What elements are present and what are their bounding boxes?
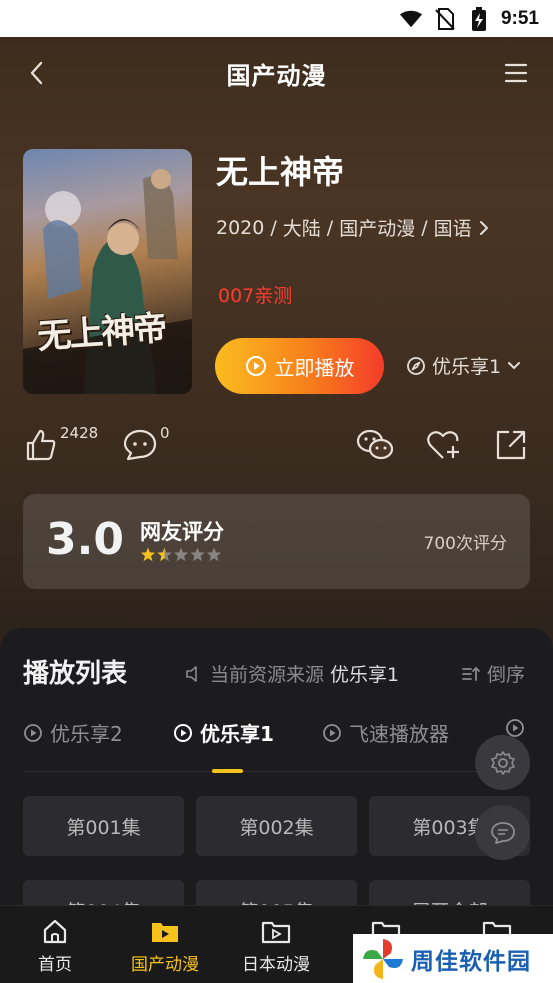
playlist-sheet: 播放列表 当前资源来源 优乐享1 倒序 优乐享2 优乐享1 飞速播放器 第001集… — [0, 628, 553, 905]
star-icon — [190, 547, 205, 562]
source-select[interactable]: 优乐享1 — [406, 352, 521, 379]
active-tab-indicator — [212, 769, 243, 773]
meta-separator: / — [270, 216, 277, 239]
source-select-label: 优乐享1 — [432, 356, 502, 378]
share-button[interactable] — [494, 428, 528, 462]
episode-button[interactable]: 第004集 — [23, 880, 184, 905]
page-title: 国产动漫 — [226, 61, 327, 90]
episode-button[interactable]: 第005集 — [196, 880, 357, 905]
rating-score: 3.0 — [46, 514, 124, 565]
tab-source-3[interactable]: 飞速播放器 — [322, 718, 449, 747]
show-tag: 007亲测 — [218, 285, 293, 307]
comment-button[interactable]: 0 — [122, 424, 170, 462]
status-bar: 9:51 — [0, 0, 553, 37]
chevron-right-icon — [479, 220, 488, 235]
current-source-prefix: 当前资源来源 — [210, 664, 325, 686]
sort-icon — [462, 666, 480, 681]
source-tabs: 优乐享2 优乐享1 飞速播放器 — [0, 718, 553, 758]
sort-button[interactable]: 倒序 — [461, 660, 525, 687]
rating-count: 700次评分 — [423, 534, 507, 554]
meta-category: 国产动漫 — [339, 218, 416, 240]
tab-label: 飞速播放器 — [349, 722, 449, 746]
star-rating-icons — [140, 547, 222, 562]
wifi-icon — [399, 8, 423, 30]
play-circle-icon — [174, 723, 192, 742]
current-source: 当前资源来源 优乐享1 — [184, 660, 399, 687]
wechat-icon — [356, 429, 394, 460]
rating-card[interactable]: 3.0 网友评分 700次评分 — [23, 494, 530, 589]
meta-separator: / — [421, 216, 428, 239]
play-now-label: 立即播放 — [274, 355, 355, 380]
hamburger-icon — [504, 63, 528, 83]
favorite-button[interactable] — [426, 428, 462, 462]
meta-separator: / — [326, 216, 334, 239]
back-button[interactable] — [24, 59, 52, 87]
rating-stars — [140, 547, 224, 568]
tab-source-1[interactable]: 优乐享2 — [23, 718, 123, 747]
external-share-icon — [496, 430, 526, 460]
rating-label: 网友评分 — [140, 520, 224, 544]
status-time: 9:51 — [500, 7, 539, 29]
play-circle-icon — [24, 723, 42, 742]
speaker-icon — [186, 665, 197, 682]
nav-label: 首页 — [38, 955, 72, 975]
nav-domestic-anime[interactable]: 国产动漫 — [110, 906, 220, 983]
watermark: 周佳软件园 — [353, 934, 553, 983]
compass-icon — [407, 356, 425, 375]
heart-plus-icon — [427, 431, 459, 459]
tab-label: 优乐享2 — [50, 722, 123, 746]
star-icon — [157, 547, 172, 562]
comment-icon — [123, 429, 157, 461]
poster-image[interactable]: 无上神帝 — [23, 149, 192, 394]
settings-fab[interactable] — [475, 735, 530, 790]
star-icon — [206, 547, 222, 562]
no-sim-icon — [433, 7, 457, 30]
menu-button[interactable] — [503, 61, 529, 85]
thumbs-up-icon — [26, 429, 56, 461]
nav-home[interactable]: 首页 — [0, 906, 110, 983]
episode-button[interactable]: 第002集 — [196, 796, 357, 856]
watermark-text: 周佳软件园 — [411, 948, 531, 975]
nav-label: 日本动漫 — [242, 955, 310, 975]
chat-icon — [490, 821, 515, 844]
video-icon — [261, 921, 291, 944]
episode-button[interactable]: 第001集 — [23, 796, 184, 856]
current-source-name: 优乐享1 — [330, 664, 400, 686]
poster-title: 无上神帝 — [36, 308, 167, 358]
sort-label: 倒序 — [487, 664, 526, 686]
home-icon — [43, 919, 67, 944]
meta-language: 国语 — [433, 218, 472, 240]
tab-label: 优乐享1 — [200, 722, 274, 746]
show-meta[interactable]: 2020 / 大陆 / 国产动漫 / 国语 — [216, 214, 490, 241]
play-circle-icon — [245, 356, 266, 376]
comment-count: 0 — [160, 424, 170, 442]
message-fab[interactable] — [475, 805, 530, 860]
show-title: 无上神帝 — [216, 153, 345, 191]
star-icon — [140, 547, 156, 562]
play-circle-icon — [323, 723, 341, 742]
pinwheel-logo-icon — [363, 938, 403, 979]
battery-charging-icon — [467, 6, 491, 31]
nav-japanese-anime[interactable]: 日本动漫 — [221, 906, 331, 983]
top-nav: 国产动漫 — [0, 37, 553, 109]
chevron-down-icon — [508, 361, 521, 369]
chevron-left-icon — [30, 61, 43, 85]
meta-region: 大陆 — [282, 218, 321, 240]
expand-all-button[interactable]: 展开全部 — [369, 880, 530, 905]
gear-icon — [490, 750, 515, 775]
play-now-button[interactable]: 立即播放 — [215, 338, 384, 394]
playlist-title: 播放列表 — [23, 659, 128, 689]
video-icon — [152, 923, 178, 942]
tab-source-2[interactable]: 优乐享1 — [173, 718, 274, 747]
like-button[interactable]: 2428 — [24, 424, 98, 462]
like-count: 2428 — [60, 424, 99, 442]
nav-label: 国产动漫 — [131, 955, 199, 975]
wechat-share-button[interactable] — [355, 428, 395, 462]
tabs-divider — [23, 771, 530, 772]
star-icon — [173, 547, 189, 562]
meta-year: 2020 — [216, 216, 265, 239]
